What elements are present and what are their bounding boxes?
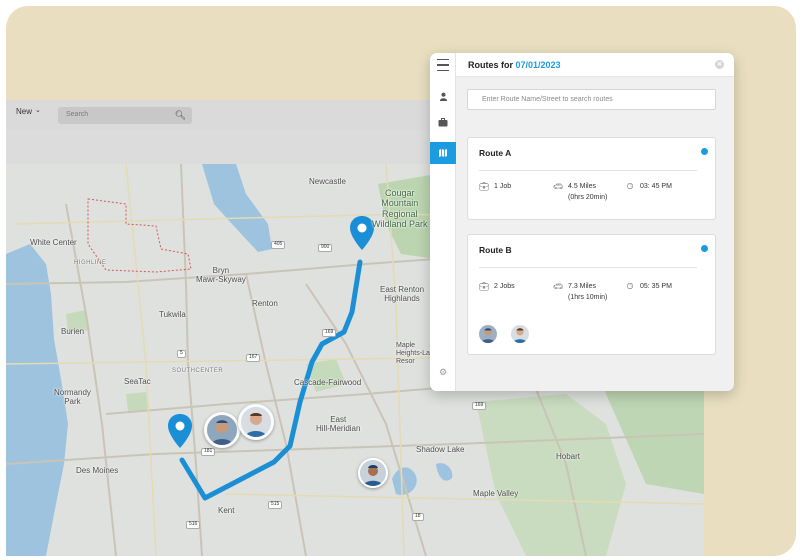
route-card[interactable]: Route B 💼︎ 2 Jobs 🚗︎ 7.3 Miles (1hrs 10mi…	[467, 234, 716, 355]
route-jobs: 💼︎ 1 Job	[479, 181, 511, 194]
map-label: SeaTac	[124, 377, 151, 386]
route-time-value: 03: 45 PM	[640, 183, 672, 190]
briefcase-icon: 💼︎	[479, 282, 490, 291]
close-icon[interactable]: ✕	[715, 60, 724, 69]
road-shield: 5	[177, 350, 186, 358]
route-miles: 4.5 Miles	[568, 183, 597, 190]
map-label: Cascade-Fairwood	[294, 378, 362, 387]
clock-icon: 🕒︎	[626, 182, 634, 191]
road-shield: 405	[271, 241, 286, 249]
map-label: Burien	[61, 327, 85, 336]
panel-date[interactable]: 07/01/2023	[516, 60, 561, 70]
route-search-placeholder: Enter Route Name/Street to search routes	[482, 96, 613, 103]
user-icon[interactable]	[430, 85, 456, 107]
map-label: Renton	[252, 299, 278, 308]
road-shield: 181	[201, 448, 216, 456]
map-label: Maple Valley	[473, 489, 519, 498]
map-label: Maple Heights-La Resor	[396, 342, 430, 366]
panel-header: Routes for 07/01/2023 ✕	[456, 53, 734, 77]
map-label: Tukwila	[159, 310, 186, 319]
road-shield: 169	[472, 402, 487, 410]
map-pin-icon	[350, 216, 374, 250]
map-label: White Center	[30, 238, 77, 247]
road-shield: 18	[412, 513, 424, 521]
map-label: SOUTHCENTER	[172, 368, 224, 374]
chevron-down-icon: ⌄	[35, 107, 41, 114]
route-distance: 🚗︎ 4.5 Miles (0hrs 20min)	[553, 181, 607, 203]
map-label: Normandy Park	[54, 388, 91, 407]
map-label: Cougar Mountain Regional Wildland Park	[372, 188, 428, 230]
route-search-input[interactable]: Enter Route Name/Street to search routes	[467, 89, 716, 110]
map-label: Newcastle	[309, 177, 346, 186]
road-shield: 516	[186, 521, 201, 529]
route-jobs-value: 2 Jobs	[494, 283, 515, 290]
route-distance: 🚗︎ 7.3 Miles (1hrs 10min)	[553, 281, 607, 303]
route-status-dot	[701, 245, 708, 252]
map-label: Kent	[218, 506, 235, 515]
menu-icon[interactable]	[430, 54, 456, 76]
car-icon: 🚗︎	[553, 282, 564, 291]
map-label: Des Moines	[76, 466, 119, 475]
route-duration: (1hrs 10min)	[568, 294, 608, 302]
gear-icon[interactable]: ⚙	[430, 367, 456, 378]
forest-area	[476, 394, 626, 556]
route-name: Route A	[479, 148, 512, 158]
divider	[479, 170, 697, 171]
side-rail: ⚙	[430, 53, 456, 391]
search-input[interactable]: Search 🔍︎	[58, 107, 192, 124]
routes-panel: ⚙ Routes for 07/01/2023 ✕ Enter Route Na…	[430, 53, 734, 391]
route-card[interactable]: Route A 💼︎ 1 Job 🚗︎ 4.5 Miles (0hrs 20min…	[467, 137, 716, 220]
technician-avatar[interactable]	[511, 325, 529, 343]
technician-avatar[interactable]	[238, 404, 274, 440]
route-duration: (0hrs 20min)	[568, 194, 608, 202]
car-icon: 🚗︎	[553, 182, 564, 191]
route-miles: 7.3 Miles	[568, 283, 597, 290]
route-time: 🕒︎ 03: 45 PM	[625, 181, 672, 194]
map-icon[interactable]	[430, 142, 456, 164]
divider	[479, 267, 697, 268]
route-time-value: 05: 35 PM	[640, 283, 672, 290]
technician-avatar[interactable]	[358, 458, 388, 488]
road-shield: 169	[322, 329, 337, 337]
clock-icon: 🕒︎	[626, 282, 634, 291]
map-label: East Hill-Meridian	[316, 415, 361, 434]
briefcase-icon: 💼︎	[479, 182, 490, 191]
lake-washington	[202, 164, 272, 252]
road-shield: 167	[246, 354, 261, 362]
route-status-dot	[701, 148, 708, 155]
route-time: 🕒︎ 05: 35 PM	[625, 281, 672, 294]
new-button-label: New	[16, 107, 33, 116]
briefcase-icon[interactable]	[430, 111, 456, 133]
technician-avatar[interactable]	[479, 325, 497, 343]
route-jobs-value: 1 Job	[494, 183, 512, 190]
lake	[436, 463, 453, 481]
map-pin-icon	[168, 414, 192, 448]
route-jobs: 💼︎ 2 Jobs	[479, 281, 515, 294]
new-button[interactable]: New ⌄	[16, 107, 41, 116]
map-label: Shadow Lake	[416, 445, 465, 454]
map-label: HIGHLINE	[74, 260, 107, 266]
panel-title: Routes for	[468, 60, 513, 70]
road-shield: 900	[318, 244, 333, 252]
map-label: Bryn Mawr-Skyway	[196, 266, 246, 285]
route-name: Route B	[479, 245, 512, 255]
map-label: Hobart	[556, 452, 581, 461]
road-shield: 515	[268, 501, 283, 509]
technician-avatar[interactable]	[204, 412, 240, 448]
map-label: East Renton Highlands	[380, 285, 425, 304]
search-icon[interactable]: 🔍︎	[175, 110, 186, 121]
search-placeholder: Search	[66, 111, 89, 118]
